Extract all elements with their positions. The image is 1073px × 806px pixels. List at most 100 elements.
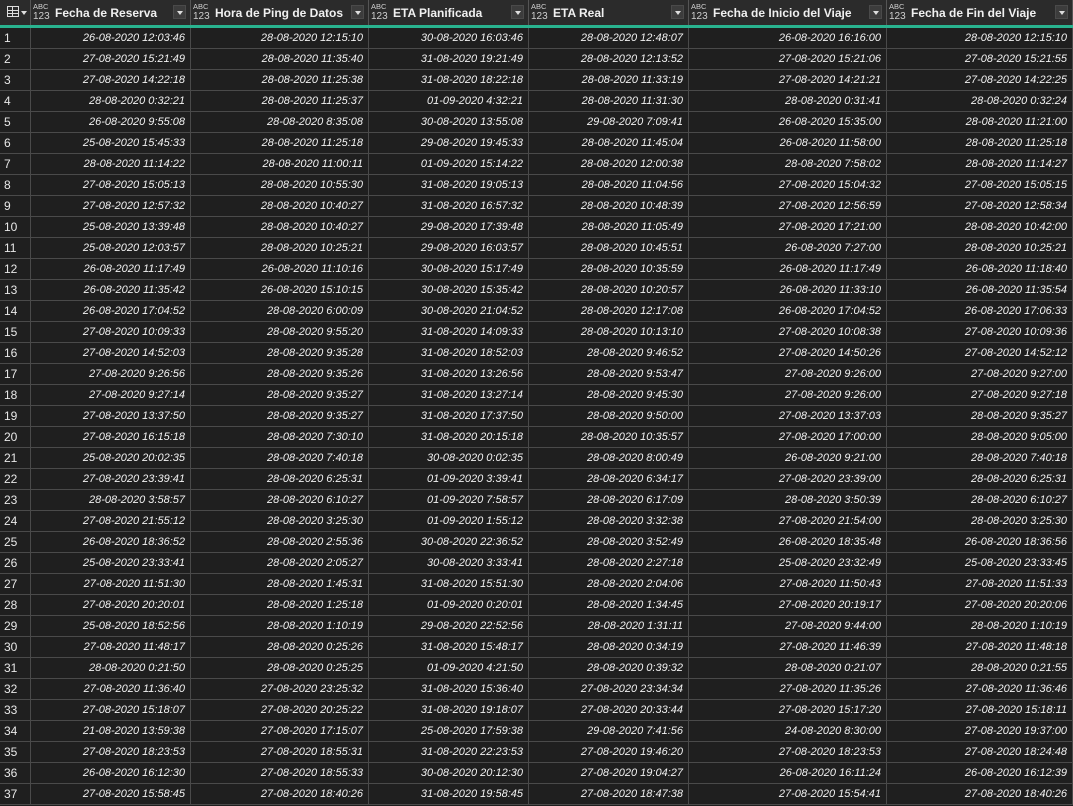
row-number[interactable]: 19 — [0, 406, 31, 427]
table-cell[interactable]: 27-08-2020 18:23:53 — [689, 742, 887, 763]
row-number[interactable]: 22 — [0, 469, 31, 490]
table-cell[interactable]: 01-09-2020 4:32:21 — [369, 91, 529, 112]
table-cell[interactable]: 30-08-2020 21:04:52 — [369, 301, 529, 322]
table-cell[interactable]: 26-08-2020 18:36:52 — [31, 532, 191, 553]
table-cell[interactable]: 31-08-2020 13:27:14 — [369, 385, 529, 406]
table-cell[interactable]: 26-08-2020 17:04:52 — [689, 301, 887, 322]
row-number[interactable]: 6 — [0, 133, 31, 154]
row-number[interactable]: 36 — [0, 763, 31, 784]
row-number[interactable]: 7 — [0, 154, 31, 175]
table-row[interactable]: 22 27-08-2020 23:39:41 28-08-2020 6:25:31 0… — [0, 469, 1073, 490]
table-cell[interactable]: 26-08-2020 9:21:00 — [689, 448, 887, 469]
table-cell[interactable]: 26-08-2020 11:33:10 — [689, 280, 887, 301]
table-cell[interactable]: 30-08-2020 20:12:30 — [369, 763, 529, 784]
table-cell[interactable]: 25-08-2020 13:39:48 — [31, 217, 191, 238]
table-cell[interactable]: 28-08-2020 3:25:30 — [191, 511, 369, 532]
table-cell[interactable]: 28-08-2020 8:00:49 — [529, 448, 689, 469]
table-row[interactable]: 18 27-08-2020 9:27:14 28-08-2020 9:35:27 31… — [0, 385, 1073, 406]
table-cell[interactable]: 28-08-2020 0:21:55 — [887, 658, 1073, 679]
table-cell[interactable]: 28-08-2020 9:45:30 — [529, 385, 689, 406]
table-cell[interactable]: 27-08-2020 18:40:26 — [191, 784, 369, 805]
table-cell[interactable]: 28-08-2020 0:39:32 — [529, 658, 689, 679]
table-cell[interactable]: 28-08-2020 11:25:37 — [191, 91, 369, 112]
row-number[interactable]: 27 — [0, 574, 31, 595]
table-row[interactable]: 2 27-08-2020 15:21:49 28-08-2020 11:35:40 3… — [0, 49, 1073, 70]
table-cell[interactable]: 27-08-2020 14:22:25 — [887, 70, 1073, 91]
table-cell[interactable]: 25-08-2020 23:33:45 — [887, 553, 1073, 574]
table-cell[interactable]: 27-08-2020 17:00:00 — [689, 427, 887, 448]
table-cell[interactable]: 29-08-2020 16:03:57 — [369, 238, 529, 259]
table-cell[interactable]: 27-08-2020 18:55:33 — [191, 763, 369, 784]
table-cell[interactable]: 28-08-2020 9:55:20 — [191, 322, 369, 343]
table-cell[interactable]: 28-08-2020 10:48:39 — [529, 196, 689, 217]
table-row[interactable]: 4 28-08-2020 0:32:21 28-08-2020 11:25:37 01… — [0, 91, 1073, 112]
table-cell[interactable]: 28-08-2020 11:25:18 — [887, 133, 1073, 154]
table-cell[interactable]: 28-08-2020 12:48:07 — [529, 28, 689, 49]
table-cell[interactable]: 27-08-2020 16:15:18 — [31, 427, 191, 448]
type-any-icon[interactable]: ABC 123 — [371, 3, 391, 23]
table-cell[interactable]: 26-08-2020 7:27:00 — [689, 238, 887, 259]
table-cell[interactable]: 26-08-2020 16:16:00 — [689, 28, 887, 49]
table-cell[interactable]: 27-08-2020 15:21:06 — [689, 49, 887, 70]
table-cell[interactable]: 27-08-2020 19:04:27 — [529, 763, 689, 784]
table-cell[interactable]: 27-08-2020 21:54:00 — [689, 511, 887, 532]
row-number[interactable]: 33 — [0, 700, 31, 721]
table-cell[interactable]: 28-08-2020 3:50:39 — [689, 490, 887, 511]
table-cell[interactable]: 29-08-2020 7:41:56 — [529, 721, 689, 742]
table-cell[interactable]: 26-08-2020 15:10:15 — [191, 280, 369, 301]
table-cell[interactable]: 27-08-2020 23:34:34 — [529, 679, 689, 700]
table-cell[interactable]: 28-08-2020 11:45:04 — [529, 133, 689, 154]
table-row[interactable]: 32 27-08-2020 11:36:40 27-08-2020 23:25:32… — [0, 679, 1073, 700]
table-row[interactable]: 23 28-08-2020 3:58:57 28-08-2020 6:10:27 01… — [0, 490, 1073, 511]
row-number[interactable]: 17 — [0, 364, 31, 385]
column-header-hora-de-ping-de-datos[interactable]: ABC 123 Hora de Ping de Datos — [191, 0, 369, 25]
table-cell[interactable]: 27-08-2020 14:21:21 — [689, 70, 887, 91]
table-cell[interactable]: 28-08-2020 10:25:21 — [887, 238, 1073, 259]
table-cell[interactable]: 28-08-2020 0:21:07 — [689, 658, 887, 679]
table-row[interactable]: 37 27-08-2020 15:58:45 27-08-2020 18:40:26… — [0, 784, 1073, 805]
table-row[interactable]: 5 26-08-2020 9:55:08 28-08-2020 8:35:08 30-… — [0, 112, 1073, 133]
type-any-icon[interactable]: ABC 123 — [691, 3, 711, 23]
table-cell[interactable]: 31-08-2020 19:58:45 — [369, 784, 529, 805]
table-cell[interactable]: 28-08-2020 10:13:10 — [529, 322, 689, 343]
table-cell[interactable]: 31-08-2020 18:22:18 — [369, 70, 529, 91]
row-number[interactable]: 13 — [0, 280, 31, 301]
table-cell[interactable]: 01-09-2020 15:14:22 — [369, 154, 529, 175]
row-number[interactable]: 9 — [0, 196, 31, 217]
table-cell[interactable]: 27-08-2020 15:21:49 — [31, 49, 191, 70]
table-row[interactable]: 25 26-08-2020 18:36:52 28-08-2020 2:55:36 3… — [0, 532, 1073, 553]
table-cell[interactable]: 28-08-2020 12:13:52 — [529, 49, 689, 70]
table-cell[interactable]: 25-08-2020 20:02:35 — [31, 448, 191, 469]
table-row[interactable]: 20 27-08-2020 16:15:18 28-08-2020 7:30:10 3… — [0, 427, 1073, 448]
table-cell[interactable]: 27-08-2020 11:51:33 — [887, 574, 1073, 595]
table-cell[interactable]: 01-09-2020 0:20:01 — [369, 595, 529, 616]
table-cell[interactable]: 30-08-2020 22:36:52 — [369, 532, 529, 553]
table-cell[interactable]: 28-08-2020 7:40:18 — [887, 448, 1073, 469]
table-cell[interactable]: 27-08-2020 15:05:15 — [887, 175, 1073, 196]
table-cell[interactable]: 28-08-2020 11:21:00 — [887, 112, 1073, 133]
table-cell[interactable]: 27-08-2020 17:21:00 — [689, 217, 887, 238]
table-cell[interactable]: 27-08-2020 11:36:46 — [887, 679, 1073, 700]
table-row[interactable]: 16 27-08-2020 14:52:03 28-08-2020 9:35:28 3… — [0, 343, 1073, 364]
table-cell[interactable]: 27-08-2020 23:25:32 — [191, 679, 369, 700]
table-cell[interactable]: 31-08-2020 20:15:18 — [369, 427, 529, 448]
table-cell[interactable]: 27-08-2020 10:08:38 — [689, 322, 887, 343]
row-number[interactable]: 15 — [0, 322, 31, 343]
table-cell[interactable]: 26-08-2020 18:36:56 — [887, 532, 1073, 553]
table-cell[interactable]: 28-08-2020 0:34:19 — [529, 637, 689, 658]
table-cell[interactable]: 30-08-2020 15:17:49 — [369, 259, 529, 280]
table-cell[interactable]: 26-08-2020 11:10:16 — [191, 259, 369, 280]
table-row[interactable]: 11 25-08-2020 12:03:57 28-08-2020 10:25:21… — [0, 238, 1073, 259]
table-cell[interactable]: 29-08-2020 17:39:48 — [369, 217, 529, 238]
table-cell[interactable]: 27-08-2020 19:46:20 — [529, 742, 689, 763]
table-cell[interactable]: 28-08-2020 11:14:27 — [887, 154, 1073, 175]
table-cell[interactable]: 28-08-2020 12:00:38 — [529, 154, 689, 175]
table-cell[interactable]: 27-08-2020 12:56:59 — [689, 196, 887, 217]
table-cell[interactable]: 27-08-2020 15:58:45 — [31, 784, 191, 805]
table-cell[interactable]: 28-08-2020 9:35:27 — [887, 406, 1073, 427]
table-cell[interactable]: 27-08-2020 23:39:41 — [31, 469, 191, 490]
type-any-icon[interactable]: ABC 123 — [33, 3, 53, 23]
table-cell[interactable]: 27-08-2020 11:48:17 — [31, 637, 191, 658]
row-number[interactable]: 8 — [0, 175, 31, 196]
row-number[interactable]: 16 — [0, 343, 31, 364]
